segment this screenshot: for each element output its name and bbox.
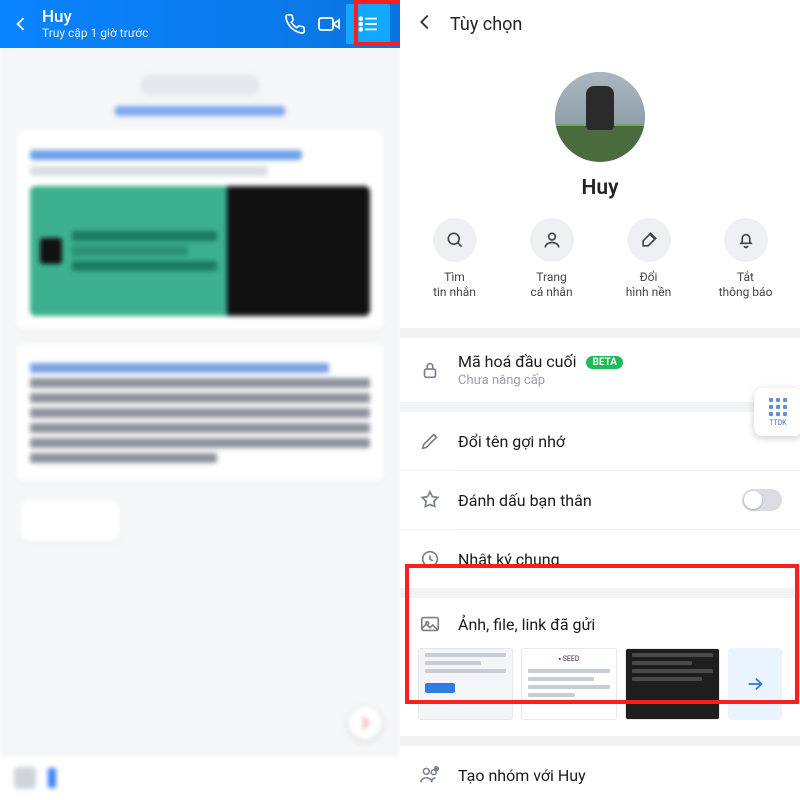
lock-icon (418, 358, 442, 382)
action-label: Tắt thông báo (705, 270, 787, 300)
options-header: Tùy chọn (400, 0, 800, 48)
chat-bubble (16, 130, 384, 330)
create-group-item[interactable]: Tạo nhóm với Huy (400, 746, 800, 800)
item-title: Mã hoá đầu cuối (458, 352, 577, 371)
pencil-icon (418, 429, 442, 453)
media-thumb[interactable] (625, 648, 720, 720)
floating-app-badge[interactable]: TTDK (754, 388, 800, 436)
mute-notifications-action[interactable]: Tắt thông báo (705, 218, 787, 300)
encryption-item[interactable]: Mã hoá đầu cuối BETA Chưa nâng cấp (400, 338, 800, 402)
profile-section: Huy Tìm tin nhắn Trang cá nhân (400, 48, 800, 328)
contact-status: Truy cập 1 giờ trước (42, 26, 278, 40)
media-thumbnails: ▪ SEED (418, 648, 782, 720)
video-call-icon[interactable] (312, 7, 346, 41)
action-label: Trang cá nhân (511, 270, 593, 300)
best-friend-item[interactable]: Đánh dấu bạn thân (400, 471, 800, 529)
chat-bubble (20, 500, 120, 542)
star-icon (418, 488, 442, 512)
person-icon (530, 218, 574, 262)
options-title: Tùy chọn (450, 14, 522, 35)
item-subtitle: Chưa nâng cấp (458, 373, 782, 388)
item-title: Tạo nhóm với Huy (458, 766, 782, 785)
group-add-icon (418, 763, 442, 787)
profile-page-action[interactable]: Trang cá nhân (511, 218, 593, 300)
chat-pane (0, 0, 400, 800)
brush-icon (627, 218, 671, 262)
badge-label: TTDK (769, 419, 786, 427)
rename-item[interactable]: Đổi tên gợi nhớ (400, 412, 800, 470)
profile-name: Huy (400, 176, 800, 200)
avatar[interactable] (555, 72, 645, 162)
call-icon[interactable] (278, 7, 312, 41)
options-menu-button[interactable] (346, 4, 390, 44)
chat-input-bar[interactable] (0, 754, 400, 800)
mutual-journal-item[interactable]: Nhật ký chung (400, 530, 800, 588)
back-icon[interactable] (10, 13, 32, 35)
clock-icon (418, 547, 442, 571)
scroll-down-button[interactable] (348, 706, 382, 740)
action-label: Tìm tin nhắn (414, 270, 496, 300)
item-title: Nhật ký chung (458, 550, 782, 569)
chat-bubble (16, 344, 384, 482)
search-icon (433, 218, 477, 262)
media-thumb[interactable]: ▪ SEED (521, 648, 616, 720)
media-thumb[interactable] (418, 648, 513, 720)
item-title: Đổi tên gợi nhớ (458, 432, 782, 451)
action-label: Đổi hình nền (608, 270, 690, 300)
item-title: Ảnh, file, link đã gửi (458, 615, 595, 634)
chat-header: Huy Truy cập 1 giờ trước (0, 0, 400, 48)
item-title: Đánh dấu bạn thân (458, 491, 726, 510)
shared-media-item[interactable]: Ảnh, file, link đã gửi ▪ SEED (400, 598, 800, 736)
beta-badge: BETA (586, 356, 622, 369)
options-pane: Tùy chọn Huy Tìm tin nhắn Trang cá nhân (400, 0, 800, 800)
view-all-media-button[interactable] (728, 648, 782, 720)
back-icon[interactable] (414, 11, 436, 37)
bell-icon (724, 218, 768, 262)
search-messages-action[interactable]: Tìm tin nhắn (414, 218, 496, 300)
best-friend-toggle[interactable] (742, 489, 782, 511)
contact-name: Huy (42, 8, 278, 27)
change-wallpaper-action[interactable]: Đổi hình nền (608, 218, 690, 300)
image-icon (418, 612, 442, 636)
